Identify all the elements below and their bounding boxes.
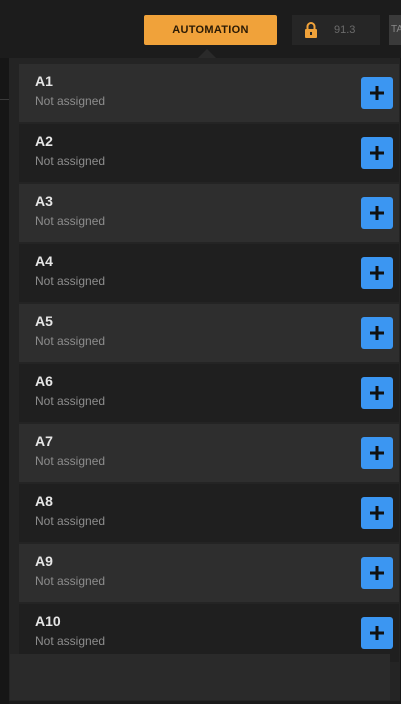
add-button[interactable] bbox=[361, 77, 393, 109]
slot-title: A1 bbox=[35, 73, 53, 89]
slot-title: A2 bbox=[35, 133, 53, 149]
slot-title: A10 bbox=[35, 613, 61, 629]
list-item: A2 Not assigned bbox=[19, 124, 399, 182]
slot-status: Not assigned bbox=[35, 634, 106, 648]
slot-title: A4 bbox=[35, 253, 53, 269]
slot-status: Not assigned bbox=[35, 454, 106, 468]
add-button[interactable] bbox=[361, 617, 393, 649]
list-item: A9 Not assigned bbox=[19, 544, 399, 602]
plus-icon bbox=[370, 626, 384, 640]
slot-title: A6 bbox=[35, 373, 53, 389]
list-item: A5 Not assigned bbox=[19, 304, 399, 362]
list-item: A4 Not assigned bbox=[19, 244, 399, 302]
add-button[interactable] bbox=[361, 437, 393, 469]
slot-status: Not assigned bbox=[35, 274, 106, 288]
plus-icon bbox=[370, 146, 384, 160]
add-button[interactable] bbox=[361, 137, 393, 169]
slot-title: A5 bbox=[35, 313, 53, 329]
add-button[interactable] bbox=[361, 257, 393, 289]
tempo-value: 91.3 bbox=[334, 24, 356, 36]
plus-icon bbox=[370, 206, 384, 220]
panel-footer[interactable] bbox=[10, 654, 390, 700]
list-item: A7 Not assigned bbox=[19, 424, 399, 482]
lock-tempo-group[interactable]: 91.3 bbox=[292, 15, 380, 45]
plus-icon bbox=[370, 386, 384, 400]
tab-stub[interactable]: TA bbox=[389, 15, 401, 45]
plus-icon bbox=[370, 566, 384, 580]
top-bar: AUTOMATION 91.3 TA bbox=[0, 0, 401, 59]
automation-button[interactable]: AUTOMATION bbox=[144, 15, 277, 45]
slot-status: Not assigned bbox=[35, 514, 106, 528]
slot-status: Not assigned bbox=[35, 214, 106, 228]
slot-status: Not assigned bbox=[35, 394, 106, 408]
add-button[interactable] bbox=[361, 377, 393, 409]
plus-icon bbox=[370, 266, 384, 280]
slot-title: A9 bbox=[35, 553, 53, 569]
list-item: A3 Not assigned bbox=[19, 184, 399, 242]
list-item: A1 Not assigned bbox=[19, 64, 399, 122]
add-button[interactable] bbox=[361, 497, 393, 529]
slot-status: Not assigned bbox=[35, 334, 106, 348]
list-item: A8 Not assigned bbox=[19, 484, 399, 542]
slot-status: Not assigned bbox=[35, 154, 106, 168]
divider bbox=[0, 99, 9, 100]
automation-panel: A1 Not assigned A2 Not assigned A3 Not a… bbox=[9, 58, 400, 704]
list-item: A6 Not assigned bbox=[19, 364, 399, 422]
slot-status: Not assigned bbox=[35, 574, 106, 588]
add-button[interactable] bbox=[361, 557, 393, 589]
slot-title: A8 bbox=[35, 493, 53, 509]
add-button[interactable] bbox=[361, 197, 393, 229]
plus-icon bbox=[370, 86, 384, 100]
slot-title: A7 bbox=[35, 433, 53, 449]
plus-icon bbox=[370, 326, 384, 340]
lock-icon[interactable] bbox=[304, 22, 318, 38]
plus-icon bbox=[370, 506, 384, 520]
add-button[interactable] bbox=[361, 317, 393, 349]
plus-icon bbox=[370, 446, 384, 460]
slot-title: A3 bbox=[35, 193, 53, 209]
slot-status: Not assigned bbox=[35, 94, 106, 108]
